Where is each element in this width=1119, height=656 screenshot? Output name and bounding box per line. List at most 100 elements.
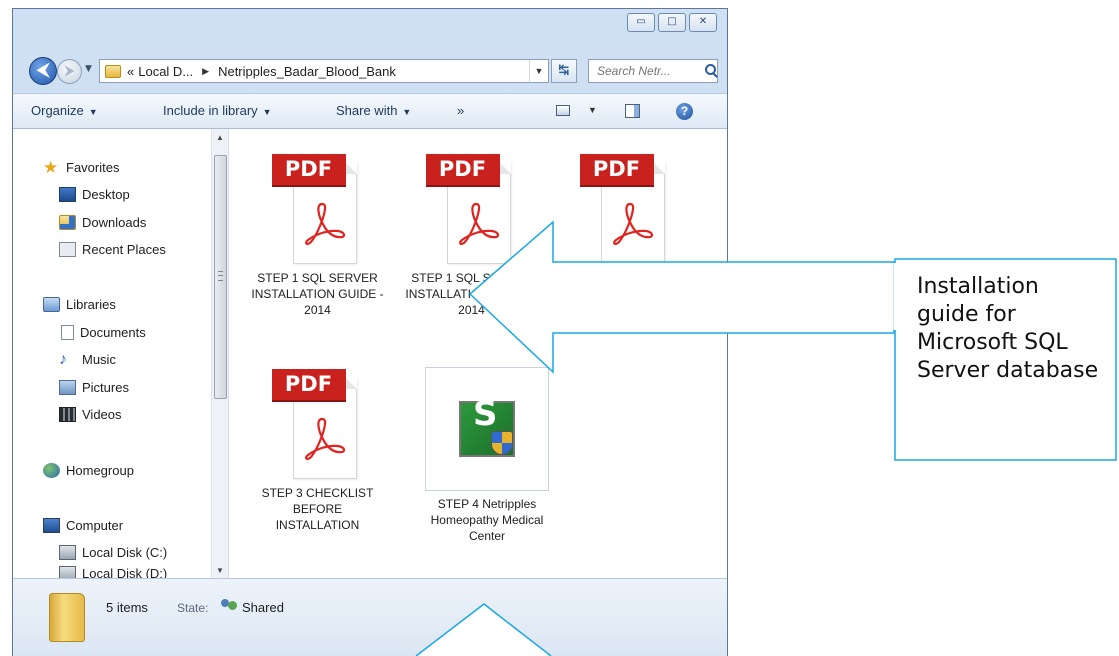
include-in-library-label: Include in library	[163, 103, 258, 118]
pdf-file-icon: PDF	[576, 154, 676, 264]
file-name: STEP 3 CHECKLIST BEFORE INSTALLATION	[261, 486, 374, 532]
search-box	[588, 59, 718, 83]
nav-recent-places-label: Recent Places	[82, 241, 166, 257]
pdf-file-icon: PDF	[422, 154, 522, 264]
address-bar[interactable]: « Local D... ▶ Netripples_Badar_Blood_Ba…	[99, 59, 549, 83]
breadcrumb-overflow[interactable]: «	[127, 64, 134, 79]
nav-favorites[interactable]: ★ Favorites	[43, 156, 119, 178]
nav-documents-label: Documents	[80, 324, 146, 340]
navigation-pane: ★ Favorites Desktop Downloads Recent Pla…	[13, 129, 229, 580]
application-thumbnail	[425, 367, 549, 491]
hard-drive-icon	[59, 544, 76, 560]
shared-users-icon	[219, 597, 239, 614]
nav-downloads-label: Downloads	[82, 214, 147, 230]
address-dropdown-icon[interactable]: ▼	[529, 60, 548, 82]
nav-libraries[interactable]: Libraries	[43, 293, 116, 315]
pdf-badge: PDF	[271, 369, 346, 400]
nav-homegroup[interactable]: Homegroup	[43, 459, 134, 481]
include-in-library-menu[interactable]: Include in library ▼	[163, 103, 272, 118]
libraries-icon	[43, 296, 60, 312]
help-icon[interactable]: ?	[676, 103, 693, 120]
pdf-badge: PDF	[425, 154, 500, 185]
acrobat-icon	[612, 202, 653, 246]
nav-pictures[interactable]: Pictures	[59, 376, 129, 398]
refresh-button[interactable]: ↹	[551, 59, 577, 83]
nav-recent-places[interactable]: Recent Places	[59, 238, 166, 260]
file-item[interactable]: PDF	[558, 154, 693, 270]
chevron-down-icon: ▼	[88, 107, 98, 117]
nav-documents[interactable]: Documents	[59, 321, 146, 343]
acrobat-icon	[304, 202, 345, 246]
desktop-icon	[59, 186, 76, 202]
item-count: 5 items	[106, 600, 148, 615]
callout-text: Installation guide for Microsoft SQL Ser…	[917, 274, 1099, 383]
nav-scrollbar[interactable]: ▲ ▼	[211, 129, 229, 578]
back-button[interactable]: ⮜	[29, 57, 57, 85]
nav-favorites-label: Favorites	[66, 159, 120, 175]
music-note-icon: ♪	[59, 350, 67, 368]
nav-videos[interactable]: Videos	[59, 403, 122, 425]
nav-downloads[interactable]: Downloads	[59, 211, 146, 233]
file-item[interactable]: PDF STEP 3 CHECKLIST BEFORE INSTALLATION	[250, 369, 385, 533]
acrobat-icon	[304, 417, 345, 461]
scroll-up-icon[interactable]: ▲	[216, 133, 224, 142]
breadcrumb-separator-icon[interactable]: ▶	[202, 66, 209, 77]
grip-icon	[218, 271, 223, 281]
close-button[interactable]: ✕	[689, 13, 717, 32]
minimize-button[interactable]: ▭	[627, 13, 655, 32]
more-commands-button[interactable]: »	[457, 103, 464, 118]
nav-desktop-label: Desktop	[82, 186, 130, 202]
nav-computer-label: Computer	[66, 517, 124, 533]
search-input[interactable]	[595, 63, 703, 79]
folder-icon	[49, 593, 85, 642]
file-item[interactable]: STEP 4 Netripples Homeopathy Medical Cen…	[417, 367, 557, 544]
nav-homegroup-label: Homegroup	[66, 462, 134, 478]
computer-icon	[43, 517, 60, 533]
star-icon: ★	[43, 157, 59, 177]
address-row: ⮜ ⮞ ▼ « Local D... ▶ Netripples_Badar_Bl…	[13, 51, 727, 91]
nav-music[interactable]: ♪ Music	[59, 348, 116, 370]
document-icon	[61, 324, 74, 340]
downloads-folder-icon	[59, 214, 76, 230]
nav-videos-label: Videos	[82, 406, 122, 422]
folder-icon	[105, 64, 121, 78]
nav-computer[interactable]: Computer	[43, 514, 123, 536]
organize-menu[interactable]: Organize ▼	[31, 103, 98, 118]
pdf-file-icon: PDF	[268, 369, 368, 479]
change-view-icon[interactable]	[556, 105, 570, 116]
nav-music-label: Music	[82, 351, 116, 367]
breadcrumb-current-folder[interactable]: Netripples_Badar_Blood_Bank	[218, 64, 396, 79]
scroll-down-icon[interactable]: ▼	[216, 566, 224, 575]
nav-libraries-label: Libraries	[66, 296, 116, 312]
pictures-icon	[59, 379, 76, 395]
nav-desktop[interactable]: Desktop	[59, 183, 130, 205]
share-with-menu[interactable]: Share with ▼	[336, 103, 411, 118]
nav-local-disk-c[interactable]: Local Disk (C:)	[59, 541, 167, 563]
pdf-badge: PDF	[579, 154, 654, 185]
title-bar: ▭ □ ✕	[13, 9, 727, 51]
pdf-file-icon: PDF	[268, 154, 368, 264]
share-with-label: Share with	[336, 103, 398, 118]
organize-label: Organize	[31, 103, 84, 118]
preview-pane-icon[interactable]	[625, 104, 640, 118]
file-item[interactable]: PDF STEP 1 SQL SERVER INSTALLATION GUIDE…	[404, 154, 539, 318]
details-pane: 5 items State: Shared	[13, 578, 727, 656]
scroll-thumb[interactable]	[214, 155, 227, 399]
uac-shield-icon	[491, 431, 513, 455]
search-icon[interactable]	[705, 64, 717, 78]
acrobat-icon	[458, 202, 499, 246]
command-toolbar: Organize ▼ Include in library ▼ Share with…	[13, 93, 727, 129]
recent-places-icon	[59, 241, 76, 257]
window-controls: ▭ □ ✕	[627, 13, 717, 32]
history-dropdown-icon[interactable]: ▼	[85, 64, 92, 74]
view-dropdown-icon[interactable]: ▼	[588, 105, 597, 115]
breadcrumb-local-disk[interactable]: Local D...	[138, 64, 193, 79]
forward-button[interactable]: ⮞	[57, 59, 82, 84]
file-name: STEP 1 SQL SERVER INSTALLATION GUIDE - 2…	[251, 271, 384, 317]
file-name: STEP 4 Netripples Homeopathy Medical Cen…	[430, 497, 544, 543]
pdf-badge: PDF	[271, 154, 346, 185]
nav-local-disk-c-label: Local Disk (C:)	[82, 544, 168, 560]
file-item[interactable]: PDF STEP 1 SQL SERVER INSTALLATION GUIDE…	[250, 154, 385, 318]
maximize-button[interactable]: □	[658, 13, 686, 32]
nav-pictures-label: Pictures	[82, 379, 129, 395]
